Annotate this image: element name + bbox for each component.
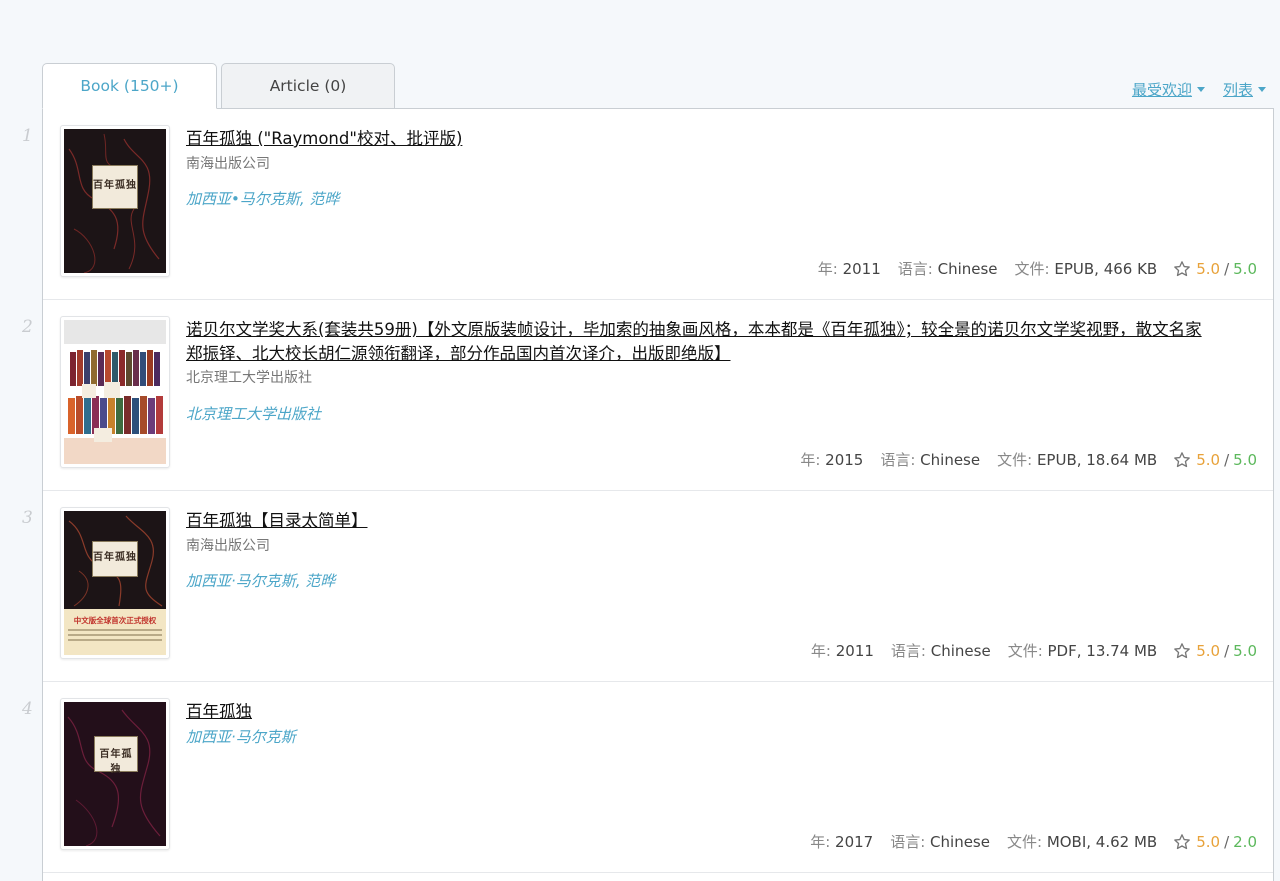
cover-title-text: 百年孤独 [93,180,137,191]
sort-controls: 最受欢迎 列表 [1132,79,1266,100]
book-cover[interactable] [60,316,170,468]
row-number: 3 [22,508,33,528]
book-language: 语言: Chinese [897,260,998,278]
book-cover[interactable]: 百年孤独 中文版全球首次正式授权 [60,507,170,659]
book-rating: 5.0/5.0 [1173,260,1257,278]
book-file-info: 文件: EPUB, 466 KB [1014,260,1158,278]
book-language: 语言: Chinese [890,642,991,660]
cover-art: 百年孤独 [64,129,166,273]
book-authors-link[interactable]: 加西亚•马尔克斯, 范晔 [186,188,339,209]
star-icon[interactable] [1173,451,1191,469]
book-title-link[interactable]: 诺贝尔文学奖大系(套装共59册)【外文原版装帧设计，毕加索的抽象画风格，本本都是… [186,318,1216,366]
cover-title-text: 百年孤独 [99,749,133,775]
tab-book[interactable]: Book (150+) [42,63,217,109]
cover-band-text: 中文版全球首次正式授权 [73,616,157,625]
cover-title-plate: 百年孤独 [92,165,138,209]
book-title-link[interactable]: 百年孤独 ("Raymond"校对、批评版) [186,127,1216,151]
book-file-info: 文件: MOBI, 4.62 MB [1006,833,1158,851]
view-mode-label: 列表 [1222,81,1253,99]
book-authors-link[interactable]: 加西亚·马尔克斯 [186,726,296,747]
cover-title-plate: 百年孤独 [92,541,138,577]
book-year: 年: 2015 [800,451,864,469]
star-icon[interactable] [1173,833,1191,851]
book-list-item: 百年孤独 百年孤独 加西亚·马尔克斯 年: 2017 语言: Chinese 文… [43,682,1273,873]
book-rating: 5.0/5.0 [1173,642,1257,660]
book-meta: 年: 2017 语言: Chinese 文件: MOBI, 4.62 MB 5.… [793,831,1257,852]
view-mode-dropdown[interactable]: 列表 [1223,79,1266,100]
book-file-info: 文件: EPUB, 18.64 MB [997,451,1158,469]
row-number: 4 [22,699,33,719]
book-meta: 年: 2015 语言: Chinese 文件: EPUB, 18.64 MB 5… [783,449,1257,470]
row-number: 2 [22,317,33,337]
cover-art [64,320,166,464]
cover-books-illustration [64,320,166,464]
cover-title-text: 百年孤独 [93,552,137,563]
book-publisher: 南海出版公司 [186,538,270,554]
cover-art: 百年孤独 [64,702,166,846]
cover-title-plate: 百年孤独 [94,736,138,775]
row-number: 1 [22,126,33,146]
book-authors-link[interactable]: 北京理工大学出版社 [186,403,321,424]
book-publisher: 北京理工大学出版社 [186,370,312,386]
book-meta: 年: 2011 语言: Chinese 文件: PDF, 13.74 MB 5.… [794,640,1257,661]
cover-art: 百年孤独 中文版全球首次正式授权 [64,511,166,655]
book-list-item: 百年孤独 百年孤独 ("Raymond"校对、批评版) 南海出版公司 加西亚•马… [43,109,1273,300]
book-year: 年: 2017 [810,833,874,851]
book-list-item: 诺贝尔文学奖大系(套装共59册)【外文原版装帧设计，毕加索的抽象画风格，本本都是… [43,300,1273,491]
tab-article[interactable]: Article (0) [221,63,395,109]
book-authors-link[interactable]: 加西亚·马尔克斯, 范晔 [186,570,335,591]
book-rating: 5.0/5.0 [1173,451,1257,469]
book-title-link[interactable]: 百年孤独 [186,700,1216,724]
book-publisher: 南海出版公司 [186,156,270,172]
star-icon[interactable] [1173,642,1191,660]
book-cover[interactable]: 百年孤独 [60,125,170,277]
caret-down-icon [1196,87,1205,92]
sort-popular-dropdown[interactable]: 最受欢迎 [1132,79,1205,100]
book-rating: 5.0/2.0 [1173,833,1257,851]
cover-band: 中文版全球首次正式授权 [64,609,166,655]
book-language: 语言: Chinese [880,451,981,469]
book-meta: 年: 2011 语言: Chinese 文件: EPUB, 466 KB 5.0… [801,258,1257,279]
book-year: 年: 2011 [810,642,874,660]
type-tabs: Book (150+) Article (0) [42,63,395,109]
book-file-info: 文件: PDF, 13.74 MB [1007,642,1158,660]
sort-popular-label: 最受欢迎 [1131,81,1192,99]
book-title-link[interactable]: 百年孤独【目录太简单】 [186,509,1216,533]
book-language: 语言: Chinese [890,833,990,851]
book-list-item: 百年孤独 中文版全球首次正式授权 百年孤独【目录太简单】 南海出版公司 加西亚·… [43,491,1273,682]
caret-down-icon [1258,87,1266,92]
book-year: 年: 2011 [817,260,881,278]
results-panel: 百年孤独 百年孤独 ("Raymond"校对、批评版) 南海出版公司 加西亚•马… [42,108,1274,881]
star-icon[interactable] [1173,260,1191,278]
book-cover[interactable]: 百年孤独 [60,698,170,850]
